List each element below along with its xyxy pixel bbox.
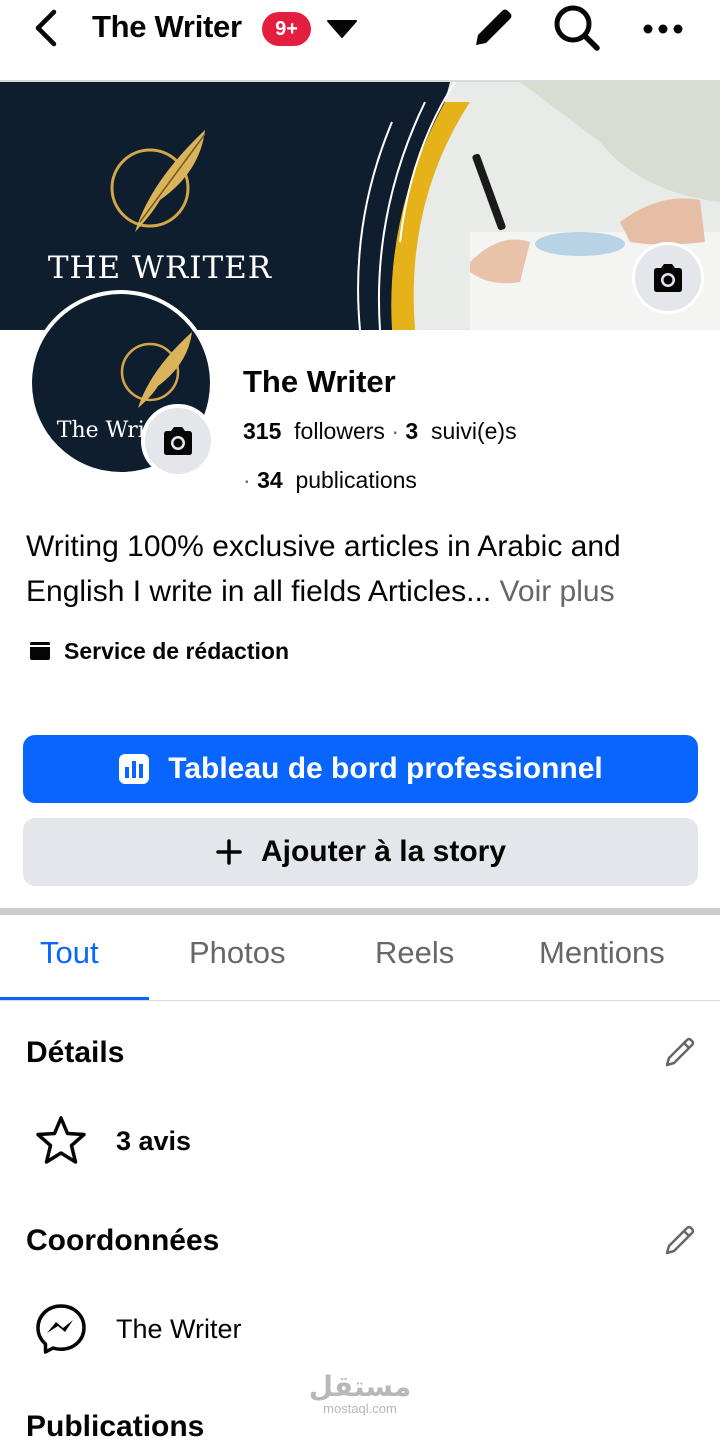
- profile-bio: Writing 100% exclusive articles in Arabi…: [26, 524, 706, 614]
- cover-camera-button[interactable]: [632, 242, 704, 314]
- tab-tout[interactable]: Tout: [40, 935, 99, 971]
- messenger-icon: [34, 1302, 88, 1356]
- posts-count: 34: [257, 467, 283, 493]
- contact-title: Coordonnées: [26, 1224, 220, 1257]
- stats-separator: ·: [243, 467, 251, 493]
- following-count[interactable]: 3: [405, 418, 418, 444]
- followers-label[interactable]: followers: [294, 418, 385, 444]
- star-icon: [34, 1114, 88, 1168]
- plus-icon: [216, 839, 242, 865]
- profile-name: The Writer: [243, 364, 396, 399]
- messenger-contact-name[interactable]: The Writer: [116, 1314, 242, 1345]
- edit-details-button[interactable]: [662, 1034, 698, 1070]
- see-more-link[interactable]: Voir plus: [500, 575, 615, 608]
- details-title: Détails: [26, 1036, 125, 1069]
- pencil-icon: [665, 1037, 695, 1067]
- pencil-icon: [476, 9, 512, 45]
- tab-photos[interactable]: Photos: [189, 935, 286, 971]
- stats-separator: ·: [391, 418, 399, 444]
- edit-button[interactable]: [468, 3, 518, 53]
- edit-contact-button[interactable]: [662, 1222, 698, 1258]
- tab-mentions[interactable]: Mentions: [539, 935, 665, 971]
- camera-icon: [164, 427, 192, 455]
- add-to-story-button[interactable]: Ajouter à la story: [23, 818, 698, 886]
- more-icon: [643, 24, 683, 34]
- search-icon: [554, 5, 600, 51]
- watermark-arabic: مستقل: [308, 1370, 412, 1403]
- category-icon: [30, 642, 50, 660]
- dashboard-button-label: Tableau de bord professionnel: [168, 752, 603, 785]
- search-button[interactable]: [551, 2, 603, 54]
- caret-down-icon: [327, 20, 357, 38]
- watermark-latin: mostaql.com: [323, 1401, 397, 1416]
- stats-line: 315 followers · 3 suivi(e)s: [243, 418, 517, 445]
- avatar-camera-button[interactable]: [141, 404, 215, 478]
- category-label: Service de rédaction: [64, 637, 289, 664]
- back-arrow-icon: [35, 9, 57, 47]
- mostaql-watermark: مستقل mostaql.com: [300, 1372, 420, 1416]
- profile-tabs: Tout Photos Reels Mentions: [0, 915, 720, 1001]
- dashboard-icon: [119, 754, 150, 784]
- following-label[interactable]: suivi(e)s: [431, 418, 517, 444]
- posts-line: · 34 publications: [243, 467, 417, 494]
- cover-brand-text: THE WRITER: [47, 250, 273, 286]
- more-options-button[interactable]: [640, 6, 686, 52]
- back-button[interactable]: [28, 8, 68, 48]
- tabs-divider: [0, 1000, 720, 1001]
- pencil-icon: [665, 1225, 695, 1255]
- camera-icon: [654, 264, 682, 292]
- account-switcher-button[interactable]: [324, 13, 360, 43]
- add-story-button-label: Ajouter à la story: [260, 835, 507, 868]
- section-separator: [0, 908, 720, 915]
- page-category: Service de rédaction: [28, 636, 289, 666]
- followers-count[interactable]: 315: [243, 418, 281, 444]
- notification-badge[interactable]: 9+: [262, 12, 311, 46]
- reviews-text[interactable]: 3 avis: [116, 1126, 191, 1157]
- tab-reels[interactable]: Reels: [375, 935, 454, 971]
- professional-dashboard-button[interactable]: Tableau de bord professionnel: [23, 735, 698, 803]
- publications-title: Publications: [26, 1410, 205, 1442]
- posts-label: publications: [295, 467, 417, 493]
- page-title: The Writer: [92, 9, 242, 44]
- top-bar: The Writer 9+: [0, 0, 720, 80]
